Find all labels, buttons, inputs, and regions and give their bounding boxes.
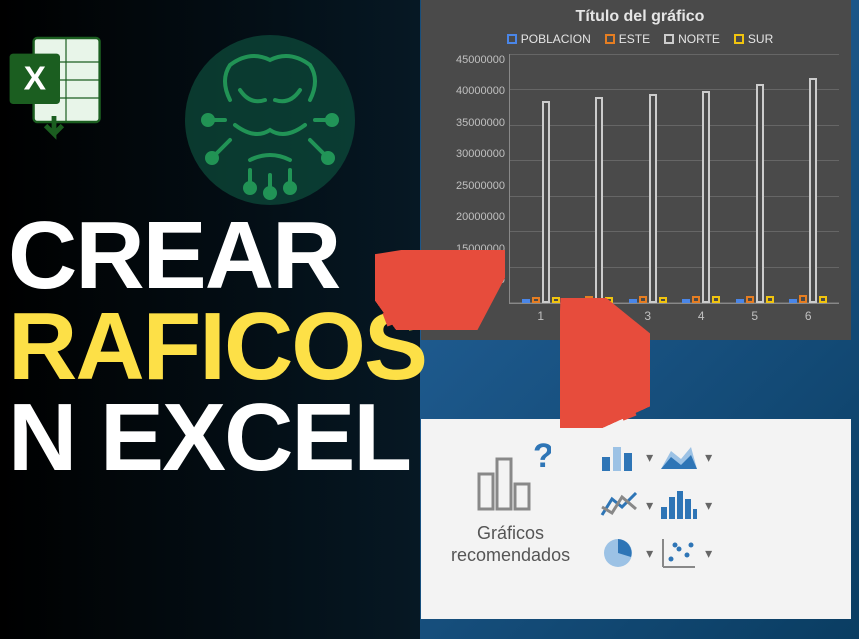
bar-group: 4 — [675, 91, 729, 303]
plot-area: 123456 — [509, 54, 839, 304]
recommended-charts-button[interactable]: ? Gráficos recomendados — [451, 439, 570, 566]
title-block: CREAR RAFICOS N EXCEL — [0, 210, 420, 484]
bar — [682, 299, 690, 303]
bar — [522, 299, 530, 303]
bar-group: 6 — [782, 78, 836, 303]
bar — [595, 97, 603, 303]
bar-group: 3 — [621, 94, 675, 303]
legend-swatch-icon — [734, 34, 744, 44]
excel-logo-icon: X — [0, 20, 120, 140]
line-chart-icon[interactable] — [600, 487, 640, 523]
scatter-chart-icon[interactable] — [659, 535, 699, 571]
y-tick: 45000000 — [456, 54, 505, 66]
excel-ribbon-panel: ? Gráficos recomendados ▾ ▾ ▾ ▾ — [421, 419, 851, 619]
svg-text:?: ? — [533, 439, 551, 475]
x-tick: 1 — [537, 309, 544, 323]
legend-swatch-icon — [605, 34, 615, 44]
bar — [789, 299, 797, 303]
legend-item: POBLACION — [507, 32, 591, 46]
bar — [712, 296, 720, 303]
thumbnail-canvas: X — [0, 0, 859, 639]
chevron-down-icon[interactable]: ▾ — [705, 545, 712, 562]
legend-label: POBLACION — [521, 32, 591, 46]
bar — [659, 297, 667, 303]
bar — [799, 295, 807, 303]
legend-label: SUR — [748, 32, 773, 46]
pie-chart-icon[interactable] — [600, 535, 640, 571]
y-tick: 25000000 — [456, 180, 505, 192]
arrow-annotation-2 — [560, 298, 650, 433]
chevron-down-icon[interactable]: ▾ — [705, 449, 712, 466]
bar — [809, 78, 817, 303]
chevron-down-icon[interactable]: ▾ — [646, 497, 653, 514]
circuit-brain-icon — [180, 30, 360, 210]
x-tick: 4 — [698, 309, 705, 323]
legend-item: SUR — [734, 32, 773, 46]
legend-label: ESTE — [619, 32, 650, 46]
chart-title: Título del gráfico — [441, 8, 839, 26]
chevron-down-icon[interactable]: ▾ — [646, 449, 653, 466]
bar — [819, 296, 827, 303]
y-tick: 40000000 — [456, 85, 505, 97]
y-tick: 35000000 — [456, 117, 505, 129]
x-tick: 6 — [805, 309, 812, 323]
bar-chart-icon[interactable] — [600, 439, 640, 475]
svg-text:X: X — [24, 61, 47, 98]
chevron-down-icon[interactable]: ▾ — [646, 545, 653, 562]
arrow-annotation-1 — [375, 250, 505, 335]
recommended-charts-icon: ? — [471, 439, 551, 519]
legend-swatch-icon — [507, 34, 517, 44]
chart-legend: POBLACION ESTE NORTE SUR — [441, 32, 839, 46]
legend-item: NORTE — [664, 32, 720, 46]
title-line-1: CREAR — [0, 210, 420, 301]
legend-item: ESTE — [605, 32, 650, 46]
title-line-2: RAFICOS — [0, 301, 420, 392]
bar — [649, 94, 657, 303]
y-tick: 30000000 — [456, 148, 505, 160]
bar — [736, 299, 744, 303]
bar — [766, 296, 774, 303]
histogram-icon[interactable] — [659, 487, 699, 523]
bar-group: 5 — [728, 84, 782, 303]
y-tick: 20000000 — [456, 211, 505, 223]
legend-swatch-icon — [664, 34, 674, 44]
left-panel: X — [0, 0, 420, 639]
legend-label: NORTE — [678, 32, 720, 46]
bar — [756, 84, 764, 303]
bar-group: 1 — [514, 101, 568, 303]
title-line-3: N EXCEL — [0, 392, 420, 483]
bar — [692, 296, 700, 303]
bar-group: 2 — [568, 97, 622, 303]
x-tick: 5 — [751, 309, 758, 323]
chevron-down-icon[interactable]: ▾ — [705, 497, 712, 514]
chart-type-grid: ▾ ▾ ▾ ▾ ▾ ▾ — [600, 439, 712, 571]
bar — [746, 296, 754, 303]
bar — [542, 101, 550, 303]
bar — [552, 297, 560, 303]
bar — [702, 91, 710, 303]
area-chart-icon[interactable] — [659, 439, 699, 475]
recommended-charts-label: Gráficos recomendados — [451, 523, 570, 566]
bar — [532, 297, 540, 303]
